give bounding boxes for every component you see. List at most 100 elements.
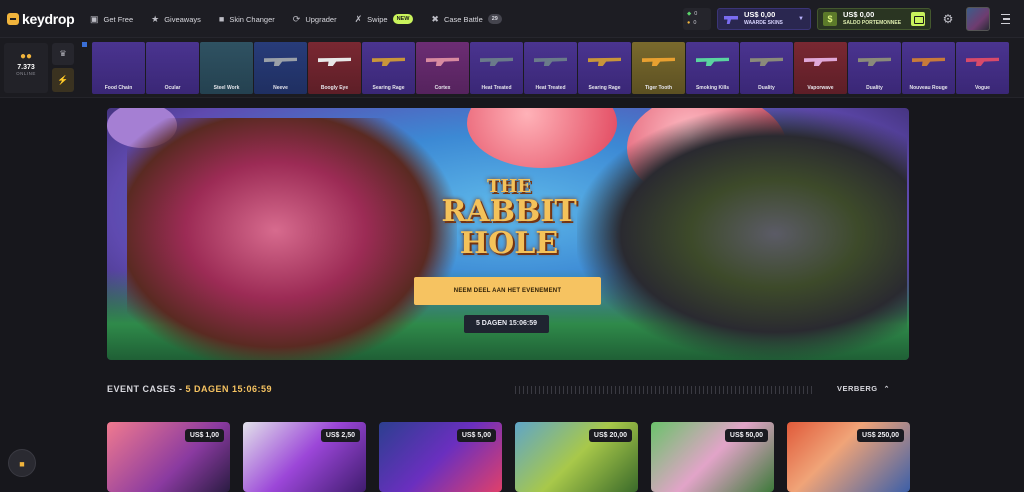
skin-image	[912, 57, 945, 66]
logo-text: keydrop	[22, 11, 75, 27]
nav-upgrader[interactable]: ⟳ Upgrader	[293, 11, 337, 27]
case-price: US$ 250,00	[857, 429, 904, 442]
lightning-filter-icon[interactable]: ⚡	[52, 68, 74, 92]
live-drop-item[interactable]: Ocular	[146, 42, 199, 94]
green-gems-count: 0	[687, 10, 707, 19]
live-drops-bar: ●● 7.373 ONLINE ♛ ⚡ Food Chain Ocular Stee…	[0, 38, 1024, 98]
nav-get-free[interactable]: ▣ Get Free	[90, 11, 133, 27]
live-drop-item[interactable]: Vaporwave	[794, 42, 847, 94]
case-price: US$ 2,50	[320, 429, 360, 442]
live-drop-item[interactable]: Heat Treated	[524, 42, 577, 94]
live-drop-label: Searing Rage	[588, 85, 621, 91]
event-logo: THE RABBIT HOLE	[429, 178, 589, 260]
section-title: EVENT CASES - 5 DAGEN 15:06:59	[107, 384, 272, 394]
event-banner[interactable]: THE RABBIT HOLE NEEM DEEL AAN HET EVENEM…	[107, 108, 909, 360]
battle-count-badge: 29	[487, 14, 502, 24]
skin-image	[642, 57, 675, 66]
nav-label: Swipe	[367, 14, 388, 24]
skin-image	[858, 57, 891, 66]
skins-value-button[interactable]: US$ 0,00 WAARDE SKINS ▼	[717, 8, 811, 30]
live-drop-item[interactable]: Steel Work	[200, 42, 253, 94]
wallet-icon[interactable]	[911, 12, 925, 26]
case-price: US$ 1,00	[184, 429, 224, 442]
top-navigation-bar: keydrop ▣ Get Free ★ Giveaways ■ Skin Ch…	[0, 0, 1024, 38]
live-drop-item[interactable]: Nouveau Rouge	[902, 42, 955, 94]
rifle-icon	[724, 16, 738, 24]
case-card[interactable]: US$ 50,00	[651, 422, 774, 492]
live-drop-item[interactable]: Tiger Tooth	[632, 42, 685, 94]
live-drop-label: Boogly Eye	[320, 85, 349, 91]
crown-filter-icon[interactable]: ♛	[52, 43, 74, 65]
live-drop-item[interactable]: Smoking Kills	[686, 42, 739, 94]
wallet-value: US$ 0,00	[843, 10, 875, 19]
skins-value-label: WAARDE SKINS	[744, 20, 783, 26]
avatar[interactable]	[966, 7, 990, 31]
case-price: US$ 20,00	[588, 429, 632, 442]
nav-swipe[interactable]: ✗ Swipe NEW	[355, 11, 414, 27]
section-timer: 5 DAGEN 15:06:59	[185, 384, 273, 394]
nav-giveaways[interactable]: ★ Giveaways	[151, 11, 201, 27]
section-title-text: EVENT CASES -	[107, 384, 183, 394]
gear-icon[interactable]: ⚙	[939, 10, 957, 28]
skin-image	[534, 57, 567, 66]
logo[interactable]: keydrop	[7, 11, 75, 27]
hamburger-menu-icon[interactable]	[996, 10, 1010, 28]
skin-image	[804, 57, 837, 66]
live-drop-label: Food Chain	[104, 85, 133, 91]
online-label: ONLINE	[16, 71, 36, 76]
live-drop-item[interactable]: Vogue	[956, 42, 1009, 94]
skin-image	[696, 57, 729, 66]
chat-icon[interactable]: ■	[8, 449, 36, 477]
skin-image	[588, 57, 621, 66]
case-battle-icon: ✖	[431, 13, 439, 24]
online-counter: ●● 7.373 ONLINE	[4, 43, 48, 93]
case-card[interactable]: US$ 2,50	[243, 422, 366, 492]
nav-skin-changer[interactable]: ■ Skin Changer	[219, 11, 275, 27]
nav-case-battle[interactable]: ✖ Case Battle 29	[431, 11, 502, 27]
case-card[interactable]: US$ 1,00	[107, 422, 230, 492]
event-logo-main: RABBIT HOLE	[441, 194, 577, 261]
live-drop-label: Cortex	[434, 85, 451, 91]
live-drop-label: Duality	[866, 85, 883, 91]
event-cases-header: EVENT CASES - 5 DAGEN 15:06:59 VERBERG ⌃	[107, 382, 909, 398]
live-drop-item[interactable]: Duality	[740, 42, 793, 94]
skin-image	[264, 57, 297, 66]
live-drop-label: Vaporwave	[807, 85, 834, 91]
live-drop-item[interactable]: Food Chain	[92, 42, 145, 94]
live-drop-item[interactable]: Neeve	[254, 42, 307, 94]
event-timer: 5 DAGEN 15:06:59	[464, 315, 549, 333]
hide-section-button[interactable]: VERBERG ⌃	[837, 384, 890, 393]
chevron-down-icon: ▼	[798, 16, 804, 22]
live-drop-label: Vogue	[975, 85, 990, 91]
online-count: 7.373	[17, 64, 35, 71]
skin-image	[426, 57, 459, 66]
wallet-balance-button[interactable]: $ US$ 0,00 SALDO PORTEMONNEE	[817, 8, 931, 30]
case-card[interactable]: US$ 5,00	[379, 422, 502, 492]
skin-image	[750, 57, 783, 66]
feed-marker	[82, 42, 87, 47]
live-drop-label: Smoking Kills	[695, 85, 730, 91]
skin-image	[966, 57, 999, 66]
live-drop-item[interactable]: Duality	[848, 42, 901, 94]
live-drop-item[interactable]: Heat Treated	[470, 42, 523, 94]
gold-coins-count: 0	[687, 19, 707, 28]
nav-label: Skin Changer	[229, 14, 275, 24]
join-event-button[interactable]: NEEM DEEL AAN HET EVENEMENT	[414, 277, 601, 305]
live-drop-item[interactable]: Boogly Eye	[308, 42, 361, 94]
case-card[interactable]: US$ 20,00	[515, 422, 638, 492]
live-drop-label: Searing Rage	[372, 85, 405, 91]
live-drop-item[interactable]: Cortex	[416, 42, 469, 94]
users-icon: ●●	[19, 51, 33, 62]
live-drop-item[interactable]: Searing Rage	[578, 42, 631, 94]
divider-stripes	[515, 386, 815, 394]
live-drop-label: Steel Work	[213, 85, 240, 91]
banner-art-character-left	[127, 118, 457, 360]
live-drop-label: Nouveau Rouge	[909, 85, 948, 91]
gems-balance[interactable]: 0 0	[683, 8, 711, 30]
live-drop-label: Heat Treated	[535, 85, 566, 91]
nav-label: Get Free	[103, 14, 134, 24]
banner-art-character-right	[577, 108, 907, 360]
case-card[interactable]: US$ 250,00	[787, 422, 910, 492]
chevron-up-icon: ⌃	[883, 386, 890, 393]
live-drop-item[interactable]: Searing Rage	[362, 42, 415, 94]
